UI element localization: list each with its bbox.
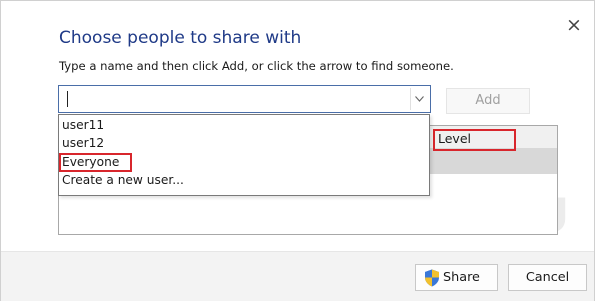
user-dropdown-list[interactable]: user11 user12 Everyone Create a new user… xyxy=(58,114,430,196)
uac-shield-icon xyxy=(424,269,440,287)
dropdown-option-user11[interactable]: user11 xyxy=(62,117,104,134)
column-header-level[interactable]: Level xyxy=(438,131,471,146)
share-button-label: Share xyxy=(443,270,480,285)
dropdown-option-create-user[interactable]: Create a new user... xyxy=(62,172,184,189)
text-caret xyxy=(67,91,68,107)
name-combobox[interactable] xyxy=(58,85,431,113)
share-button[interactable]: Share xyxy=(415,264,498,291)
cancel-button[interactable]: Cancel xyxy=(508,264,587,291)
dialog-footer xyxy=(1,251,594,301)
name-input[interactable] xyxy=(63,88,403,110)
chevron-down-icon[interactable] xyxy=(410,88,428,110)
share-dialog: KET NOI VOI CU × Choose people to share … xyxy=(0,0,595,301)
close-icon[interactable]: × xyxy=(564,15,584,35)
everyone-highlight xyxy=(59,153,132,172)
add-button[interactable]: Add xyxy=(446,88,530,114)
dialog-title: Choose people to share with xyxy=(59,28,302,48)
dropdown-option-user12[interactable]: user12 xyxy=(62,135,104,152)
instruction-text: Type a name and then click Add, or click… xyxy=(59,59,454,73)
